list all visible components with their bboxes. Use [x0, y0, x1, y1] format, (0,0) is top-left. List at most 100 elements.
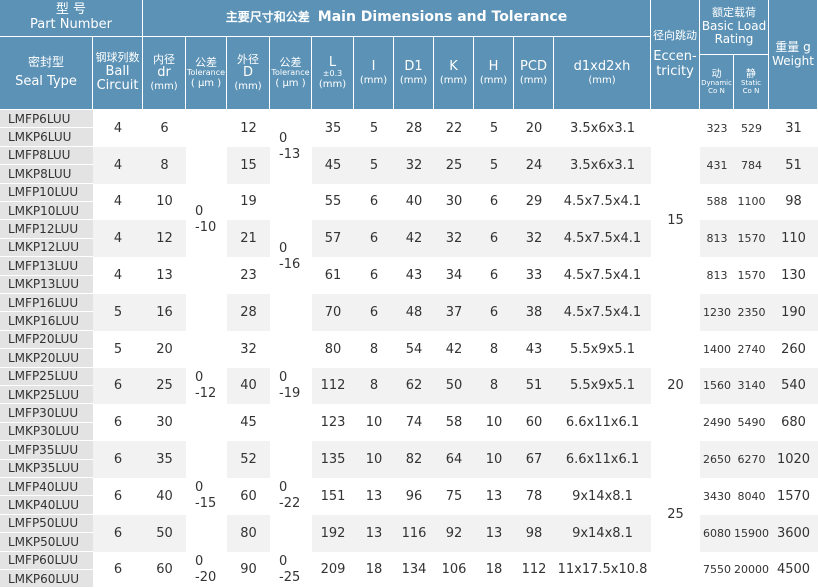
static-load-cell: 5490: [734, 404, 769, 442]
static-load-cell: 2350: [734, 294, 769, 331]
pcd-cell: 67: [514, 441, 554, 478]
part-number-cell: LMFP60LUU: [0, 551, 93, 570]
bolt-hole-cell: 4.5x7.5x4.1: [554, 294, 651, 331]
basic-load-header-cn: 额定载荷: [712, 6, 756, 20]
inner-diameter-cell: 10: [143, 183, 186, 221]
k-cell: 106: [434, 551, 474, 588]
part-number-cell: LMKP20LUU: [0, 349, 93, 368]
part-number-cell: LMKP60LUU: [0, 570, 93, 588]
tolerance-dr-bottom: -12: [195, 385, 217, 401]
tolerance-dr-top: 0: [195, 480, 204, 496]
dynamic-load-cell: 1230: [700, 294, 734, 331]
tolerance-D-cell: 0 -22: [270, 441, 312, 552]
part-number-cell: LMKP8LUU: [0, 165, 93, 184]
part-number-header-en: Part Number: [29, 17, 113, 32]
tolerance-dr-top: 0: [195, 204, 204, 220]
tolerance-dr-top: 0: [195, 553, 204, 569]
tolerance-D-bottom: -16: [279, 257, 301, 273]
weight-cell: 680: [769, 404, 818, 442]
i-cell: 6: [354, 220, 394, 258]
length-cell: 80: [312, 330, 354, 368]
weight-cell: 3600: [769, 514, 818, 552]
part-number-cell: LMFP20LUU: [0, 330, 93, 350]
dynamic-load-cell: 588: [700, 183, 734, 221]
static-load-cell: 1570: [734, 257, 769, 294]
weight-cell: 260: [769, 330, 818, 368]
part-number-cell: LMKP25LUU: [0, 386, 93, 405]
weight-cell: 130: [769, 257, 818, 294]
bolt-hole-cell: 9x14x8.1: [554, 514, 651, 552]
ball-circuit-cell: 4: [93, 146, 143, 184]
part-number-cell: LMFP16LUU: [0, 294, 93, 313]
eccentricity-cell: 15: [651, 110, 700, 331]
dynamic-load-unit: Co N: [708, 86, 725, 95]
pcd-header: PCD (mm): [514, 37, 554, 110]
inner-diameter-cell: 13: [143, 257, 186, 294]
bolt-hole-header-name: d1xd2xh: [573, 59, 631, 75]
k-cell: 37: [434, 294, 474, 331]
dynamic-load-cell: 323: [700, 110, 734, 147]
seal-type-header: 密封型 Seal Type: [0, 37, 93, 110]
weight-cell: 1020: [769, 441, 818, 478]
inner-diameter-cell: 20: [143, 330, 186, 368]
inner-diameter-cell: 40: [143, 478, 186, 515]
pcd-cell: 38: [514, 294, 554, 331]
ball-circuit-header-cn: 钢球列数: [95, 51, 140, 65]
tolerance-dr-cell: 0 -20: [186, 551, 227, 588]
eccentricity-cell: 25: [651, 441, 700, 588]
tolerance-dr-cell: 0 -12: [186, 330, 227, 442]
tolerance-D-header: 公差 Tolerance ( μm ): [270, 37, 312, 110]
h-header: H (mm): [474, 37, 514, 110]
d1-cell: 28: [394, 110, 434, 147]
seal-type-header-en: Seal Type: [15, 74, 77, 90]
tolerance-D-top: 0: [279, 240, 288, 256]
tolerance-dr-top: 0: [195, 369, 204, 385]
i-cell: 13: [354, 478, 394, 515]
static-load-cell: 1570: [734, 220, 769, 258]
inner-diameter-cell: 50: [143, 514, 186, 552]
length-tolerance: ±0.3: [322, 69, 343, 79]
dynamic-load-header: 动 Dynamic Co N: [700, 55, 734, 110]
d1-cell: 43: [394, 257, 434, 294]
ball-circuit-cell: 5: [93, 330, 143, 368]
k-unit: (mm): [439, 74, 468, 86]
outer-diameter-cell: 90: [227, 551, 270, 588]
pcd-header-name: PCD: [520, 59, 547, 75]
tolerance-D-top: 0: [279, 130, 288, 146]
i-cell: 10: [354, 441, 394, 478]
weight-cell: 110: [769, 220, 818, 258]
length-cell: 112: [312, 367, 354, 405]
k-header: K (mm): [434, 37, 474, 110]
length-cell: 35: [312, 110, 354, 147]
tolerance-D-cell: 0 -19: [270, 330, 312, 442]
ball-circuit-cell: 6: [93, 478, 143, 515]
d1-header: D1 (mm): [394, 37, 434, 110]
ball-circuit-cell: 6: [93, 441, 143, 478]
pcd-cell: 78: [514, 478, 554, 515]
dynamic-load-cell: 2490: [700, 404, 734, 442]
outer-diameter-cell: 28: [227, 294, 270, 331]
weight-header-en: Weight: [772, 53, 814, 68]
dynamic-load-cell: 813: [700, 220, 734, 258]
pcd-unit: (mm): [519, 74, 548, 86]
outer-diameter-cell: 15: [227, 146, 270, 184]
bolt-hole-header: d1xd2xh (mm): [554, 37, 651, 110]
part-number-cell: LMKP30LUU: [0, 422, 93, 442]
main-dimensions-title-en: Main Dimensions and Tolerance: [317, 9, 568, 26]
h-cell: 6: [474, 220, 514, 258]
part-number-cell: LMFP25LUU: [0, 367, 93, 386]
d1-cell: 96: [394, 478, 434, 515]
weight-cell: 4500: [769, 551, 818, 588]
outer-diameter-cell: 21: [227, 220, 270, 258]
pcd-cell: 51: [514, 367, 554, 405]
ball-circuit-cell: 4: [93, 257, 143, 294]
length-cell: 70: [312, 294, 354, 331]
i-unit: (mm): [359, 74, 388, 86]
outer-diameter-cell: 60: [227, 478, 270, 515]
length-cell: 151: [312, 478, 354, 515]
dynamic-load-cell: 431: [700, 146, 734, 184]
length-cell: 135: [312, 441, 354, 478]
h-cell: 8: [474, 367, 514, 405]
h-unit: (mm): [479, 74, 508, 86]
part-number-header-cn: 型 号: [55, 2, 87, 18]
